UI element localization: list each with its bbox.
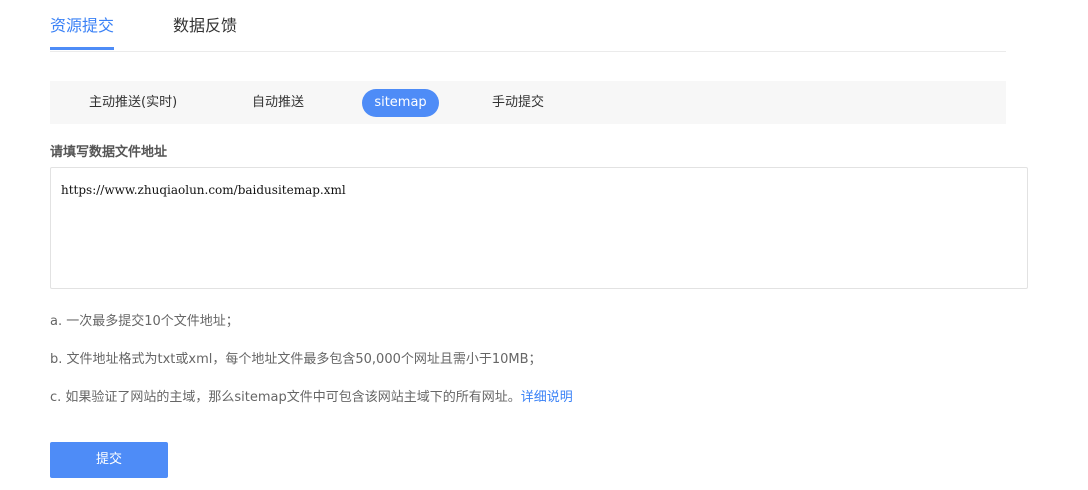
tab-manual-submit[interactable]: 手动提交 (492, 89, 544, 117)
active-tab-indicator (50, 47, 114, 50)
sitemap-url-textarea[interactable] (51, 168, 1027, 288)
submit-method-tab-bar: 主动推送(实时) 自动推送 sitemap 手动提交 (50, 81, 1006, 124)
tab-resource-submit[interactable]: 资源提交 (50, 14, 114, 38)
detail-link[interactable]: 详细说明 (521, 390, 573, 405)
submit-button[interactable]: 提交 (50, 442, 168, 478)
sitemap-url-box (50, 167, 1028, 289)
note-a: a. 一次最多提交10个文件地址； (50, 314, 239, 329)
url-field-label: 请填写数据文件地址 (50, 145, 168, 160)
top-tab-bar: 资源提交 数据反馈 (50, 0, 1006, 52)
note-c: c. 如果验证了网站的主域，那么sitemap文件中可包含该网站主域下的所有网址… (50, 388, 573, 408)
tab-active-push[interactable]: 主动推送(实时) (89, 89, 177, 117)
tab-data-feedback[interactable]: 数据反馈 (173, 14, 237, 38)
tab-sitemap[interactable]: sitemap (362, 89, 439, 117)
tab-auto-push[interactable]: 自动推送 (252, 89, 304, 117)
note-b: b. 文件地址格式为txt或xml，每个地址文件最多包含50,000个网址且需小… (50, 352, 542, 367)
note-c-text: c. 如果验证了网站的主域，那么sitemap文件中可包含该网站主域下的所有网址… (50, 390, 521, 405)
